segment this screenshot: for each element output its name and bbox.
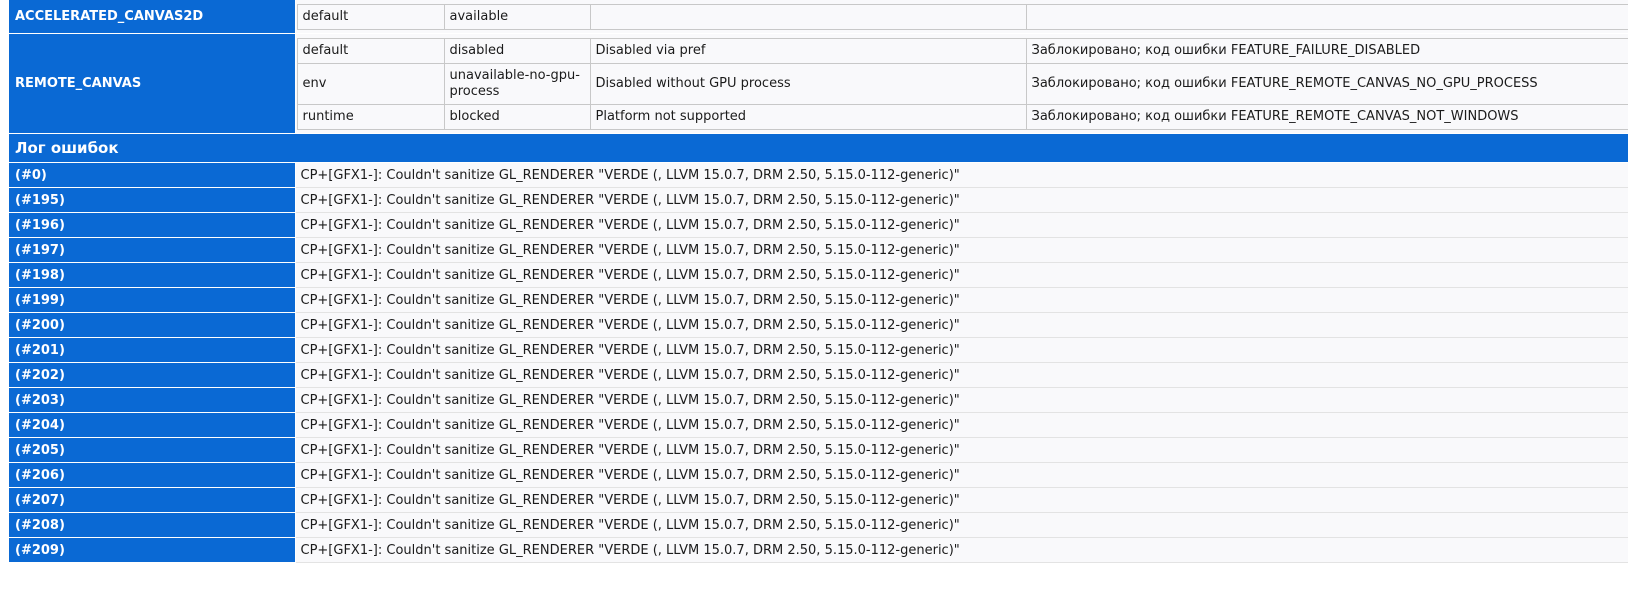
status-localized (1025, 4, 1628, 30)
feature-status-row: default available (296, 4, 1628, 30)
error-log-message: CP+[GFX1-]: Couldn't sanitize GL_RENDERE… (295, 212, 1628, 238)
error-log-message: CP+[GFX1-]: Couldn't sanitize GL_RENDERE… (295, 387, 1628, 413)
error-log-id: (#196) (9, 212, 296, 238)
feature-status-row: default disabled Disabled via pref Забло… (296, 38, 1628, 64)
status-type: default (296, 4, 445, 30)
status-message: Platform not supported (589, 104, 1027, 130)
error-log-message: CP+[GFX1-]: Couldn't sanitize GL_RENDERE… (295, 512, 1628, 538)
error-log-message: CP+[GFX1-]: Couldn't sanitize GL_RENDERE… (295, 437, 1628, 463)
feature-status-table: default disabled Disabled via pref Забло… (296, 38, 1628, 130)
status-value: disabled (443, 38, 591, 64)
error-log-entry: (#208) CP+[GFX1-]: Couldn't sanitize GL_… (9, 512, 1628, 538)
error-log-entry: (#200) CP+[GFX1-]: Couldn't sanitize GL_… (9, 312, 1628, 338)
error-log-id: (#198) (9, 262, 296, 288)
status-value: unavailable-no-gpu-process (443, 63, 591, 105)
graphics-features-table: ACCELERATED_CANVAS2D default available R… (9, 0, 1628, 563)
error-log-message: CP+[GFX1-]: Couldn't sanitize GL_RENDERE… (295, 412, 1628, 438)
error-log-message: CP+[GFX1-]: Couldn't sanitize GL_RENDERE… (295, 237, 1628, 263)
feature-status-row: env unavailable-no-gpu-process Disabled … (296, 63, 1628, 105)
error-log-message: CP+[GFX1-]: Couldn't sanitize GL_RENDERE… (295, 362, 1628, 388)
error-log-entry: (#0) CP+[GFX1-]: Couldn't sanitize GL_RE… (9, 162, 1628, 188)
error-log-entry: (#204) CP+[GFX1-]: Couldn't sanitize GL_… (9, 412, 1628, 438)
error-log-entry: (#195) CP+[GFX1-]: Couldn't sanitize GL_… (9, 187, 1628, 213)
feature-status-table: default available (296, 4, 1628, 30)
error-log-message: CP+[GFX1-]: Couldn't sanitize GL_RENDERE… (295, 487, 1628, 513)
status-value: blocked (443, 104, 591, 130)
error-log-entry: (#206) CP+[GFX1-]: Couldn't sanitize GL_… (9, 462, 1628, 488)
error-log-message: CP+[GFX1-]: Couldn't sanitize GL_RENDERE… (295, 162, 1628, 188)
error-log-id: (#195) (9, 187, 296, 213)
status-type: runtime (296, 104, 445, 130)
error-log-message: CP+[GFX1-]: Couldn't sanitize GL_RENDERE… (295, 287, 1628, 313)
error-log-message: CP+[GFX1-]: Couldn't sanitize GL_RENDERE… (295, 312, 1628, 338)
status-localized: Заблокировано; код ошибки FEATURE_FAILUR… (1025, 38, 1628, 64)
error-log-id: (#202) (9, 362, 296, 388)
error-log-entry: (#197) CP+[GFX1-]: Couldn't sanitize GL_… (9, 237, 1628, 263)
error-log-entry: (#203) CP+[GFX1-]: Couldn't sanitize GL_… (9, 387, 1628, 413)
error-log-entry: (#196) CP+[GFX1-]: Couldn't sanitize GL_… (9, 212, 1628, 238)
error-log-message: CP+[GFX1-]: Couldn't sanitize GL_RENDERE… (295, 462, 1628, 488)
error-log-entry: (#205) CP+[GFX1-]: Couldn't sanitize GL_… (9, 437, 1628, 463)
error-log-id: (#205) (9, 437, 296, 463)
error-log-id: (#206) (9, 462, 296, 488)
status-localized: Заблокировано; код ошибки FEATURE_REMOTE… (1025, 104, 1628, 130)
status-localized: Заблокировано; код ошибки FEATURE_REMOTE… (1025, 63, 1628, 105)
error-log-entry: (#201) CP+[GFX1-]: Couldn't sanitize GL_… (9, 337, 1628, 363)
error-log-entry: (#209) CP+[GFX1-]: Couldn't sanitize GL_… (9, 537, 1628, 563)
error-log-id: (#200) (9, 312, 296, 338)
error-log-id: (#0) (9, 162, 296, 188)
error-log-id: (#204) (9, 412, 296, 438)
feature-row-accelerated-canvas2d: ACCELERATED_CANVAS2D default available (9, 0, 1628, 34)
error-log-id: (#209) (9, 537, 296, 563)
feature-name: ACCELERATED_CANVAS2D (9, 0, 296, 34)
status-message: Disabled via pref (589, 38, 1027, 64)
status-value: available (443, 4, 591, 30)
feature-name: REMOTE_CANVAS (9, 33, 296, 134)
error-log-id: (#203) (9, 387, 296, 413)
status-type: env (296, 63, 445, 105)
error-log-entry: (#198) CP+[GFX1-]: Couldn't sanitize GL_… (9, 262, 1628, 288)
error-log-title: Лог ошибок (9, 133, 1628, 163)
graphics-info-page: ACCELERATED_CANVAS2D default available R… (0, 0, 1628, 599)
error-log-message: CP+[GFX1-]: Couldn't sanitize GL_RENDERE… (295, 187, 1628, 213)
error-log-id: (#197) (9, 237, 296, 263)
error-log-entry: (#202) CP+[GFX1-]: Couldn't sanitize GL_… (9, 362, 1628, 388)
feature-row-remote-canvas: REMOTE_CANVAS default disabled Disabled … (9, 33, 1628, 134)
status-message: Disabled without GPU process (589, 63, 1027, 105)
status-type: default (296, 38, 445, 64)
error-log-id: (#208) (9, 512, 296, 538)
status-message (589, 4, 1027, 30)
error-log-message: CP+[GFX1-]: Couldn't sanitize GL_RENDERE… (295, 262, 1628, 288)
feature-status-row: runtime blocked Platform not supported З… (296, 104, 1628, 130)
error-log-id: (#199) (9, 287, 296, 313)
error-log-section: Лог ошибок (9, 133, 1628, 163)
error-log-id: (#201) (9, 337, 296, 363)
error-log-message: CP+[GFX1-]: Couldn't sanitize GL_RENDERE… (295, 337, 1628, 363)
error-log-id: (#207) (9, 487, 296, 513)
error-log-entry: (#207) CP+[GFX1-]: Couldn't sanitize GL_… (9, 487, 1628, 513)
error-log-message: CP+[GFX1-]: Couldn't sanitize GL_RENDERE… (295, 537, 1628, 563)
error-log-entry: (#199) CP+[GFX1-]: Couldn't sanitize GL_… (9, 287, 1628, 313)
